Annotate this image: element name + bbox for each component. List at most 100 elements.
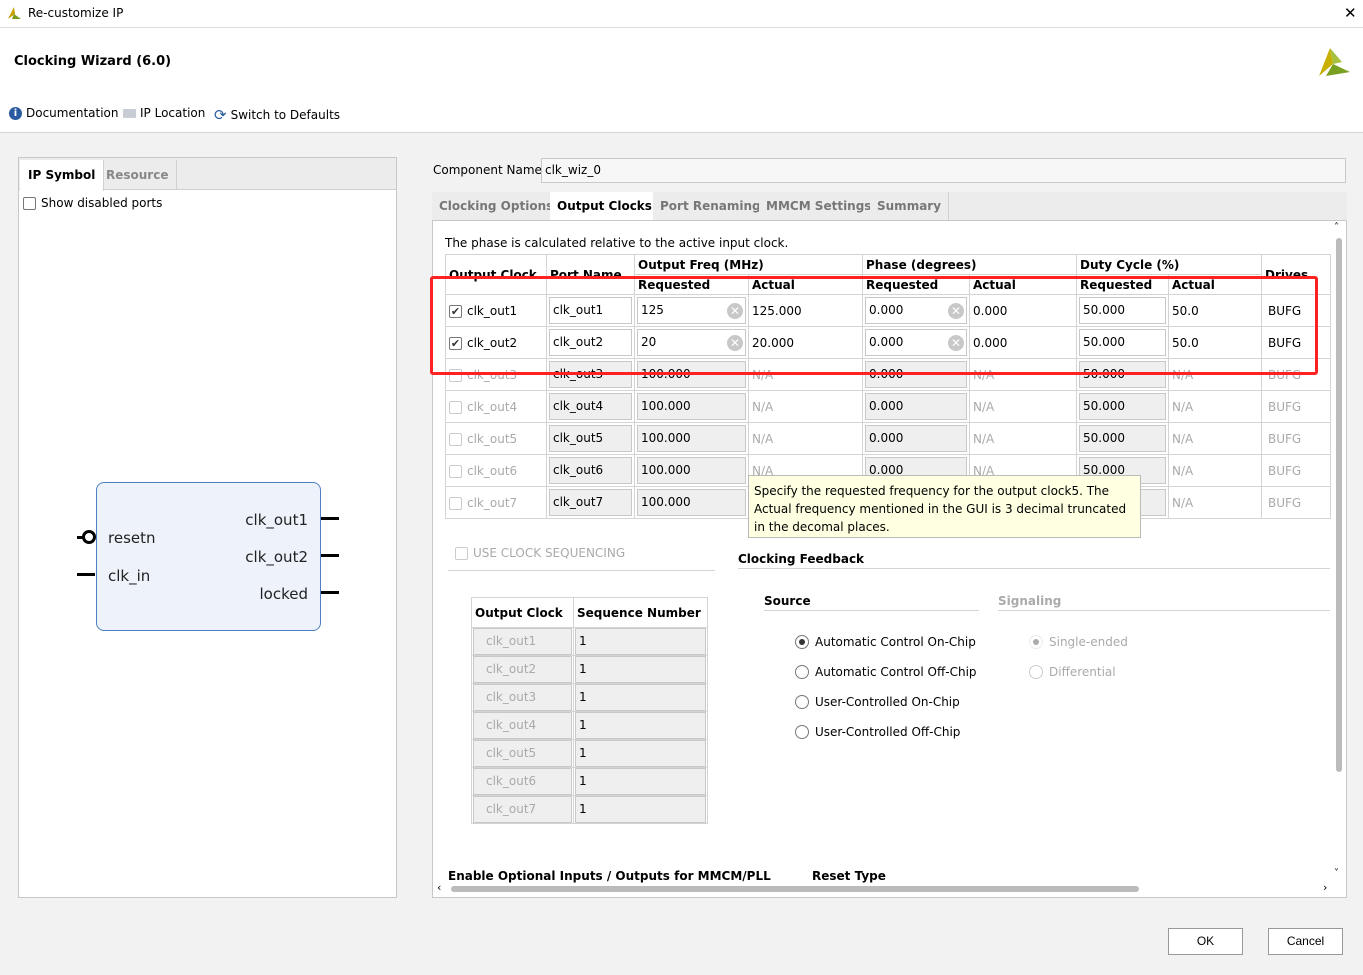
documentation-link[interactable]: i Documentation (9, 106, 119, 120)
output-clock-cell[interactable]: ✔ clk_out2 (445, 326, 547, 359)
port-name-input[interactable]: clk_out1 (549, 297, 632, 324)
output-clock-cell[interactable]: clk_out4 (445, 390, 547, 423)
freq-requested-input[interactable]: 100.000 (637, 361, 746, 388)
port-name-input[interactable]: clk_out3 (549, 361, 632, 388)
tab-mmcm-settings[interactable]: MMCM Settings (759, 192, 880, 220)
scroll-right-icon[interactable]: › (1323, 881, 1327, 894)
signaling-radio[interactable]: Single-ended (1029, 635, 1128, 649)
sequence-number-input[interactable]: 1 (575, 796, 706, 823)
component-name-label: Component Name (433, 163, 542, 177)
sequence-number-input[interactable]: 1 (575, 628, 706, 655)
scroll-left-icon[interactable]: ‹ (437, 881, 441, 894)
source-label: Source (764, 594, 811, 608)
freq-requested-input-value: 100.000 (641, 495, 691, 509)
cancel-button[interactable]: Cancel (1268, 928, 1343, 955)
reset-type-label: Reset Type (812, 869, 886, 883)
duty-requested-input[interactable]: 50.000 (1079, 393, 1166, 420)
source-option-label: Automatic Control On-Chip (815, 635, 976, 649)
component-name-input[interactable]: clk_wiz_0 (541, 158, 1346, 183)
output-clock-cell[interactable]: clk_out3 (445, 358, 547, 391)
duty-requested-input[interactable]: 50.000 (1079, 361, 1166, 388)
source-radio[interactable]: User-Controlled Off-Chip (795, 725, 960, 739)
clock-label: clk_out1 (467, 303, 518, 318)
enable-checkbox[interactable] (449, 464, 462, 478)
tab-summary[interactable]: Summary (870, 192, 950, 220)
sequence-row: clk_out5 1 (471, 739, 708, 768)
output-clock-cell[interactable]: clk_out5 (445, 422, 547, 455)
port-name-input[interactable]: clk_out4 (549, 393, 632, 420)
tab-clocking-options[interactable]: Clocking Options (432, 192, 562, 220)
clear-icon[interactable]: ✕ (948, 335, 964, 351)
enable-checkbox[interactable]: ✔ (449, 304, 462, 318)
enable-checkbox[interactable] (449, 400, 462, 414)
enable-checkbox[interactable] (449, 432, 462, 446)
duty-requested-input[interactable]: 50.000 (1079, 297, 1166, 324)
port-name-input[interactable]: clk_out2 (549, 329, 632, 356)
freq-requested-input[interactable]: 100.000 (637, 425, 746, 452)
duty-requested-input[interactable]: 50.000 (1079, 329, 1166, 356)
clear-icon[interactable]: ✕ (727, 335, 743, 351)
enable-checkbox[interactable] (449, 368, 462, 382)
port-name-input[interactable]: clk_out7 (549, 489, 632, 516)
duty-requested-input[interactable]: 50.000 (1079, 425, 1166, 452)
horizontal-scrollbar[interactable]: ‹ › (437, 881, 1333, 895)
port-name-input[interactable]: clk_out5 (549, 425, 632, 452)
scroll-down-icon[interactable]: ˅ (1334, 868, 1339, 879)
source-radio[interactable]: Automatic Control On-Chip (795, 635, 976, 649)
freq-requested-input[interactable]: 100.000 (637, 457, 746, 484)
ok-button[interactable]: OK (1168, 928, 1243, 955)
clear-icon[interactable]: ✕ (727, 303, 743, 319)
enable-checkbox[interactable]: ✔ (449, 336, 462, 350)
freq-requested-input-value: 100.000 (641, 399, 691, 413)
tab-ip-symbol[interactable]: IP Symbol (20, 160, 105, 191)
header-phase-actual: Actual (969, 274, 1077, 295)
signaling-option-label: Differential (1049, 665, 1116, 679)
tab-port-renaming[interactable]: Port Renaming (653, 192, 769, 220)
switch-defaults-button[interactable]: ⟳ Switch to Defaults (214, 106, 340, 124)
tab-output-clocks[interactable]: Output Clocks (550, 192, 660, 221)
scroll-up-icon[interactable]: ˄ (1334, 222, 1339, 233)
show-disabled-ports-checkbox[interactable]: Show disabled ports (23, 196, 162, 210)
use-clock-sequencing-checkbox[interactable]: USE CLOCK SEQUENCING (455, 546, 625, 560)
documentation-label: Documentation (26, 106, 119, 120)
duty-actual: N/A (1168, 390, 1262, 423)
output-clock-cell[interactable]: clk_out7 (445, 486, 547, 519)
sequence-number-input[interactable]: 1 (575, 684, 706, 711)
sequence-row: clk_out2 1 (471, 655, 708, 684)
clear-icon[interactable]: ✕ (948, 303, 964, 319)
enable-checkbox[interactable] (449, 496, 462, 510)
clocking-feedback-title: Clocking Feedback (738, 552, 865, 566)
sequence-number-input[interactable]: 1 (575, 712, 706, 739)
window-title: Re-customize IP (28, 6, 124, 20)
output-clock-cell[interactable]: clk_out6 (445, 454, 547, 487)
tab-resource[interactable]: Resource (98, 160, 178, 190)
vertical-scrollbar[interactable]: ˄ ˅ (1333, 222, 1345, 884)
divider (764, 610, 979, 611)
clock-label: clk_out7 (467, 495, 518, 510)
phase-requested-input[interactable]: 0.000 (865, 393, 967, 420)
freq-requested-input[interactable]: 100.000 (637, 393, 746, 420)
sequence-number-input[interactable]: 1 (575, 740, 706, 767)
output-clock-cell[interactable]: ✔ clk_out1 (445, 294, 547, 327)
signaling-radio[interactable]: Differential (1029, 665, 1116, 679)
ip-location-button[interactable]: IP Location (123, 106, 205, 120)
tooltip: Specify the requested frequency for the … (748, 475, 1141, 538)
header-port-name: Port Name (546, 254, 635, 295)
phase-requested-input[interactable]: 0.000 ✕ (865, 297, 967, 324)
freq-requested-input[interactable]: 125 ✕ (637, 297, 746, 324)
table-row: clk_out4 clk_out4 100.000 N/A 0.000 N/A 5… (445, 390, 1331, 423)
close-icon[interactable]: ✕ (1344, 4, 1357, 22)
sequence-number-input[interactable]: 1 (575, 656, 706, 683)
scrollbar-thumb[interactable] (1336, 238, 1342, 772)
phase-requested-input[interactable]: 0.000 ✕ (865, 329, 967, 356)
port-name-input[interactable]: clk_out6 (549, 457, 632, 484)
source-radio[interactable]: User-Controlled On-Chip (795, 695, 960, 709)
sequence-number-input[interactable]: 1 (575, 768, 706, 795)
phase-requested-input[interactable]: 0.000 (865, 425, 967, 452)
scrollbar-thumb[interactable] (451, 886, 1139, 892)
phase-requested-input[interactable]: 0.000 (865, 361, 967, 388)
pin-locked (321, 591, 339, 594)
freq-requested-input[interactable]: 20 ✕ (637, 329, 746, 356)
source-radio[interactable]: Automatic Control Off-Chip (795, 665, 977, 679)
freq-requested-input[interactable]: 100.000 (637, 489, 746, 516)
